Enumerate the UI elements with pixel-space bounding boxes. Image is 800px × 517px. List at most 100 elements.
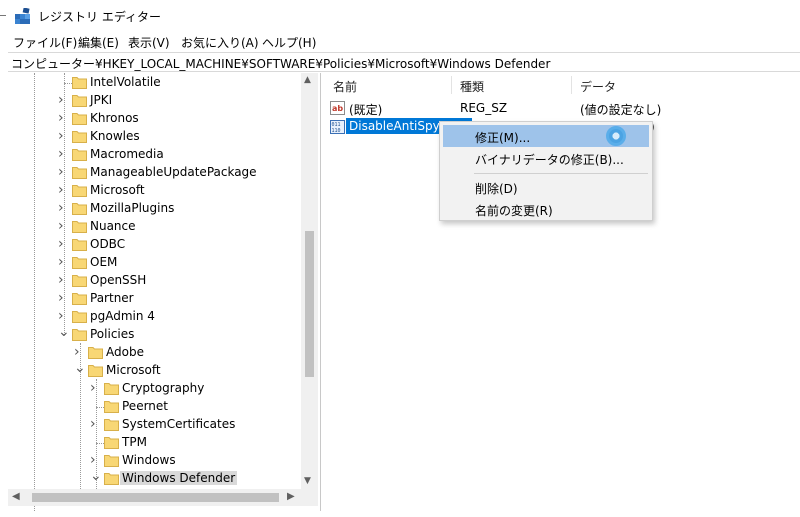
- expand-chevron-icon[interactable]: ›: [58, 237, 68, 251]
- expand-chevron-icon[interactable]: ›: [58, 291, 68, 305]
- menu-item-label: 削除(D): [475, 182, 518, 196]
- expand-chevron-icon[interactable]: ›: [58, 219, 68, 233]
- tree-item-label[interactable]: Cryptography: [120, 381, 206, 395]
- expand-chevron-icon[interactable]: ›: [58, 129, 68, 143]
- tree-item-label[interactable]: Peernet: [120, 399, 170, 413]
- scroll-up-icon[interactable]: ▲: [304, 75, 311, 85]
- vertical-scroll-thumb[interactable]: [305, 231, 314, 377]
- tree-item[interactable]: ⌄ Windows Defender: [8, 469, 308, 488]
- tree-item[interactable]: › Partner: [8, 290, 308, 308]
- collapse-chevron-icon[interactable]: ⌄: [58, 325, 70, 339]
- tree-item-label[interactable]: TPM: [120, 435, 149, 449]
- value-row-default[interactable]: ab (既定) REG_SZ (値の設定なし): [324, 99, 800, 117]
- collapse-chevron-icon[interactable]: ⌄: [90, 469, 102, 483]
- folder-icon: [72, 131, 87, 143]
- tree-item-label[interactable]: ManageableUpdatePackage: [88, 165, 259, 179]
- tree-item-label[interactable]: Macromedia: [88, 147, 166, 161]
- tree-item[interactable]: › ManageableUpdatePackage: [8, 164, 308, 182]
- column-header-data[interactable]: データ: [580, 78, 616, 95]
- tree-item-label[interactable]: Knowles: [88, 129, 142, 143]
- collapse-chevron-icon[interactable]: ⌄: [74, 361, 86, 375]
- folder-icon: [72, 257, 87, 269]
- menu-item-modify-binary[interactable]: バイナリデータの修正(B)...: [443, 147, 649, 169]
- menu-item-label: 修正(M)...: [475, 131, 531, 145]
- tree-item-label[interactable]: IntelVolatile: [88, 75, 163, 89]
- tree-item-label[interactable]: Microsoft: [88, 183, 147, 197]
- tree-item-label[interactable]: pgAdmin 4: [88, 309, 157, 323]
- tree-item[interactable]: › SystemCertificates: [8, 416, 308, 434]
- expand-chevron-icon[interactable]: ›: [58, 93, 68, 107]
- expand-chevron-icon[interactable]: ›: [58, 273, 68, 287]
- menu-favorites[interactable]: お気に入り(A): [181, 34, 259, 51]
- tree-item[interactable]: › ODBC: [8, 236, 308, 254]
- tree-item[interactable]: › Windows: [8, 452, 308, 470]
- tree-item[interactable]: › JPKI: [8, 92, 308, 110]
- tree-item[interactable]: › Adobe: [8, 344, 308, 362]
- tree-item-label[interactable]: Policies: [88, 327, 136, 341]
- column-header-name[interactable]: 名前: [333, 78, 357, 95]
- horizontal-scroll-thumb[interactable]: [32, 493, 279, 502]
- tree-item[interactable]: ⌄ Microsoft: [8, 361, 308, 380]
- tree-item-label[interactable]: JPKI: [88, 93, 114, 107]
- tree-item[interactable]: Peernet: [8, 398, 308, 416]
- tree-item[interactable]: › Cryptography: [8, 380, 308, 398]
- column-separator[interactable]: [451, 76, 452, 94]
- tree-connector: [64, 83, 72, 84]
- expand-chevron-icon[interactable]: ›: [58, 111, 68, 125]
- tree-vertical-scrollbar[interactable]: ▲ ▼: [301, 73, 318, 489]
- menu-item-modify[interactable]: 修正(M)...: [443, 125, 649, 147]
- folder-icon: [104, 455, 119, 467]
- scroll-down-icon[interactable]: ▼: [304, 476, 311, 486]
- tree-item-label[interactable]: SystemCertificates: [120, 417, 237, 431]
- tree-item[interactable]: TPM: [8, 434, 308, 452]
- expand-chevron-icon[interactable]: ›: [90, 417, 100, 431]
- expand-chevron-icon[interactable]: ›: [58, 183, 68, 197]
- tree-item-label[interactable]: Nuance: [88, 219, 138, 233]
- address-bar[interactable]: コンピューター¥HKEY_LOCAL_MACHINE¥SOFTWARE¥Poli…: [8, 52, 800, 72]
- menu-item-delete[interactable]: 削除(D): [443, 176, 649, 198]
- folder-icon: [72, 329, 87, 341]
- expand-chevron-icon[interactable]: ›: [58, 165, 68, 179]
- tree-item[interactable]: › Microsoft: [8, 182, 308, 200]
- tree-item[interactable]: › Knowles: [8, 128, 308, 146]
- tree-item-label[interactable]: MozillaPlugins: [88, 201, 176, 215]
- tree-item-label[interactable]: ODBC: [88, 237, 127, 251]
- expand-chevron-icon[interactable]: ›: [58, 309, 68, 323]
- tree-item[interactable]: › Macromedia: [8, 146, 308, 164]
- tree-item[interactable]: › Nuance: [8, 218, 308, 236]
- tree-item[interactable]: › OpenSSH: [8, 272, 308, 290]
- key-tree[interactable]: IntelVolatile › JPKI › Khronos › Knowles › Macro…: [8, 73, 321, 511]
- menu-help[interactable]: ヘルプ(H): [262, 34, 316, 51]
- tree-item[interactable]: › MozillaPlugins: [8, 200, 308, 218]
- tree-item-label[interactable]: Partner: [88, 291, 136, 305]
- scroll-left-icon[interactable]: ◀: [12, 491, 20, 502]
- tree-item-label[interactable]: Khronos: [88, 111, 141, 125]
- tree-item-label[interactable]: Windows: [120, 453, 178, 467]
- column-separator[interactable]: [571, 76, 572, 94]
- menu-item-rename[interactable]: 名前の変更(R): [443, 198, 649, 220]
- expand-chevron-icon[interactable]: ›: [74, 345, 84, 359]
- tree-item-label[interactable]: Microsoft: [104, 363, 163, 377]
- tree-item[interactable]: › OEM: [8, 254, 308, 272]
- tree-item[interactable]: IntelVolatile: [8, 74, 308, 92]
- scroll-right-icon[interactable]: ▶: [287, 491, 295, 502]
- expand-chevron-icon[interactable]: ›: [90, 381, 100, 395]
- address-path[interactable]: コンピューター¥HKEY_LOCAL_MACHINE¥SOFTWARE¥Poli…: [11, 55, 550, 72]
- tree-item[interactable]: › Khronos: [8, 110, 308, 128]
- tree-horizontal-scrollbar[interactable]: ◀ ▶: [8, 489, 301, 506]
- expand-chevron-icon[interactable]: ›: [90, 453, 100, 467]
- tree-item-label[interactable]: OpenSSH: [88, 273, 148, 287]
- menu-view[interactable]: 表示(V): [128, 34, 170, 51]
- expand-chevron-icon[interactable]: ›: [58, 255, 68, 269]
- menu-edit[interactable]: 編集(E): [78, 34, 119, 51]
- expand-chevron-icon[interactable]: ›: [58, 147, 68, 161]
- tree-item-label[interactable]: Windows Defender: [120, 471, 238, 485]
- column-header-type[interactable]: 種類: [460, 78, 484, 95]
- expand-chevron-icon[interactable]: ›: [58, 201, 68, 215]
- tree-item[interactable]: › pgAdmin 4: [8, 308, 308, 326]
- tree-item[interactable]: ⌄ Policies: [8, 325, 308, 344]
- folder-icon: [104, 437, 119, 449]
- tree-item-label[interactable]: Adobe: [104, 345, 146, 359]
- tree-item-label[interactable]: OEM: [88, 255, 119, 269]
- menu-file[interactable]: ファイル(F): [13, 34, 77, 51]
